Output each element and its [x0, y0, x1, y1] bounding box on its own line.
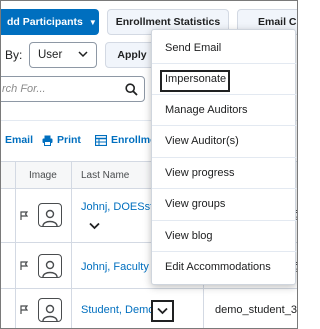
- user-icon: [42, 260, 58, 277]
- add-participants-label: dd Participants: [7, 16, 83, 28]
- menu-item-label: View progress: [165, 166, 235, 179]
- menu-item-manage-auditors[interactable]: Manage Auditors: [152, 94, 297, 125]
- menu-item-view-blog[interactable]: View blog: [152, 220, 297, 251]
- participant-name-link[interactable]: Johnj, DOESstu: [81, 201, 159, 213]
- menu-item-view-progress[interactable]: View progress: [152, 157, 297, 188]
- chevron-down-icon[interactable]: [89, 221, 100, 233]
- email-action-label: Email: [5, 134, 34, 146]
- avatar: [38, 254, 62, 278]
- menu-item-label: Edit Accommodations: [165, 260, 271, 273]
- participant-context-menu: Send Email Impersonate Manage Auditors V…: [151, 29, 297, 285]
- menu-item-label: View groups: [165, 197, 226, 210]
- avatar: [38, 203, 62, 227]
- menu-item-label: View Auditor(s): [165, 134, 239, 147]
- menu-item-view-groups[interactable]: View groups: [152, 188, 297, 219]
- chevron-down-icon: [157, 307, 168, 315]
- highlight-box: [160, 70, 230, 92]
- email-cell: demo_student_38: [215, 304, 298, 316]
- print-action-link[interactable]: Print: [42, 134, 81, 146]
- menu-item-impersonate[interactable]: Impersonate: [152, 63, 297, 94]
- email-classlist-label: Email Clas: [258, 16, 297, 28]
- participant-name-link[interactable]: Johnj, Faculty: [81, 261, 149, 273]
- menu-item-label: Manage Auditors: [165, 103, 248, 116]
- participant-name-link[interactable]: Student, Demo: [81, 304, 154, 316]
- search-button[interactable]: [118, 77, 144, 101]
- caret-down-icon: ▼: [88, 17, 97, 27]
- user-icon: [42, 304, 58, 321]
- search-input[interactable]: rch For...: [1, 76, 145, 102]
- menu-item-label: Send Email: [165, 41, 222, 54]
- view-by-value: User: [38, 49, 63, 61]
- flag-icon[interactable]: [20, 211, 29, 224]
- menu-item-send-email[interactable]: Send Email: [152, 32, 297, 63]
- chevron-down-icon: [78, 49, 88, 62]
- menu-item-label: View blog: [165, 229, 213, 242]
- enrollment-statistics-label: Enrollment Statistics: [115, 16, 221, 28]
- table-icon: [95, 134, 107, 146]
- email-action-link[interactable]: Email: [5, 134, 33, 146]
- view-by-label: By:: [5, 48, 23, 62]
- search-placeholder: rch For...: [2, 83, 46, 95]
- add-participants-button[interactable]: dd Participants ▼: [1, 9, 99, 35]
- user-icon: [42, 209, 58, 226]
- avatar: [38, 298, 62, 322]
- view-by-select[interactable]: User: [29, 42, 97, 68]
- participant-actions-button[interactable]: [151, 300, 174, 322]
- last-name-column-header[interactable]: Last Name: [81, 170, 129, 181]
- menu-item-edit-accommodations[interactable]: Edit Accommodations: [152, 251, 297, 282]
- menu-item-view-auditors[interactable]: View Auditor(s): [152, 125, 297, 156]
- search-icon: [124, 82, 138, 96]
- flag-icon[interactable]: [20, 261, 29, 274]
- flag-icon[interactable]: [20, 305, 29, 318]
- apply-label: Apply: [117, 49, 147, 61]
- printer-icon: [42, 135, 53, 146]
- image-column-header: Image: [29, 170, 57, 181]
- print-action-label: Print: [57, 134, 81, 146]
- classlist-screen: dd Participants ▼ Enrollment Statistics …: [0, 0, 298, 329]
- table-row: Student, Demo demo_student_38: [1, 289, 298, 328]
